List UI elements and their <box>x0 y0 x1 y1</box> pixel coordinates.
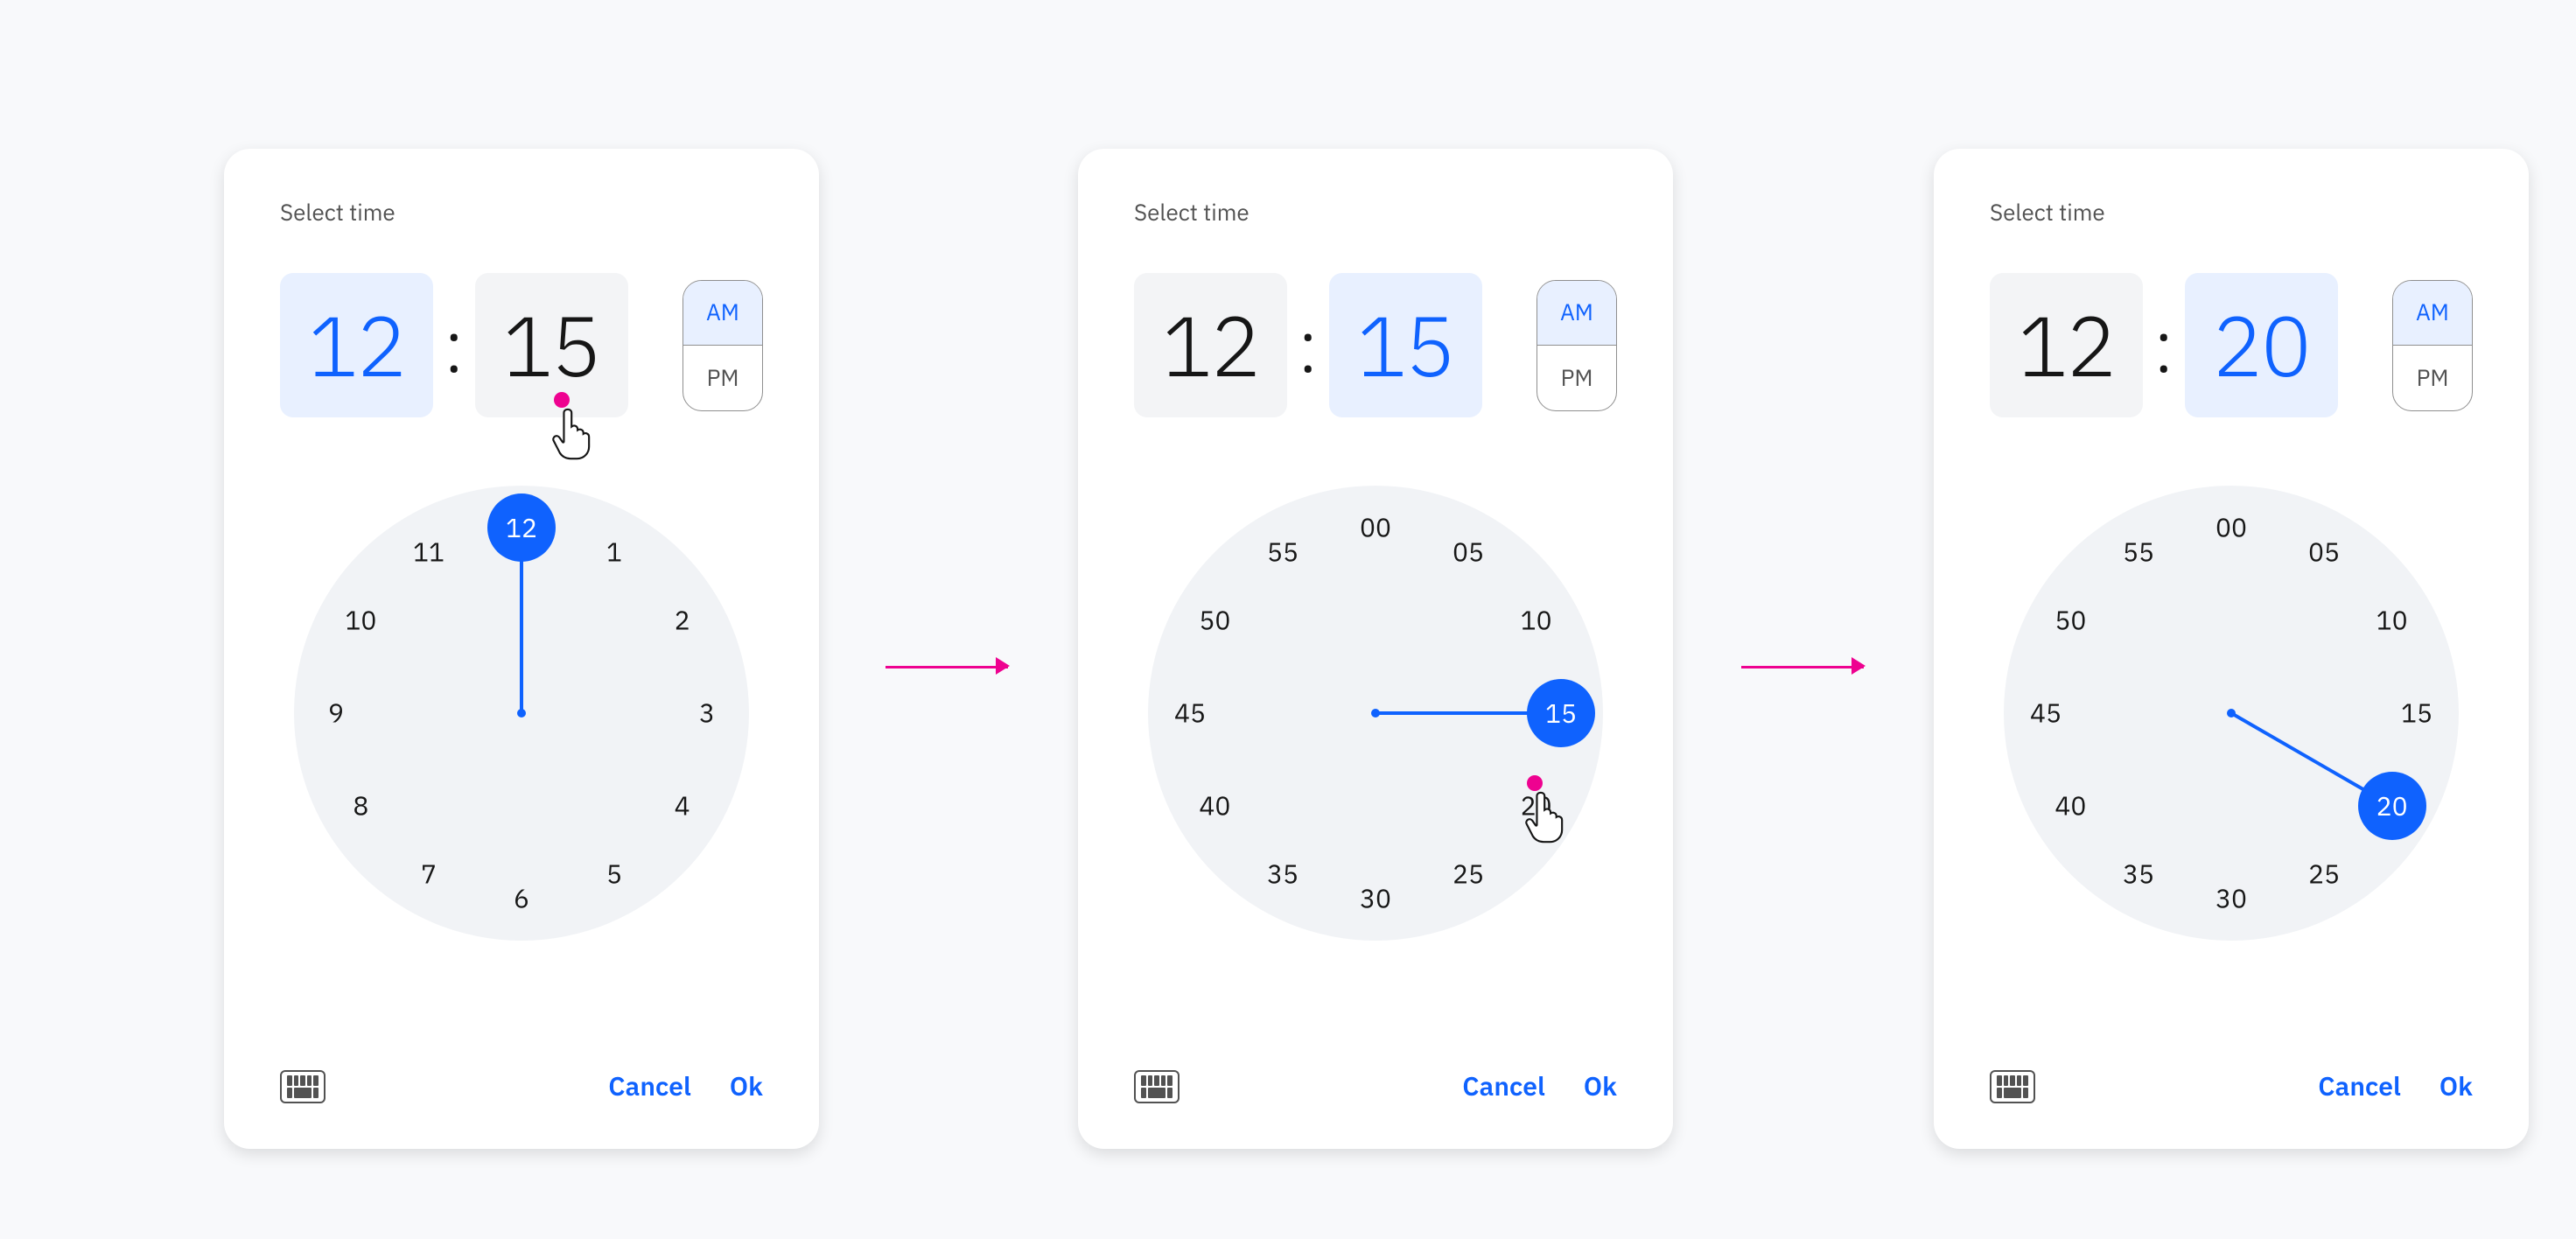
pm-option[interactable]: PM <box>2393 346 2472 410</box>
clock-face[interactable]: 123456789101112 <box>294 486 749 941</box>
clock-tick-label[interactable]: 45 <box>2030 696 2062 731</box>
hour-box[interactable]: 12 <box>1134 273 1287 417</box>
clock-tick-label[interactable]: 9 <box>328 696 344 731</box>
ok-button[interactable]: Ok <box>1584 1069 1617 1103</box>
clock-face[interactable]: 00 05 10 20 25 30 35 40 45 50 55 15 <box>1148 486 1603 941</box>
clock-center-dot <box>2227 709 2236 718</box>
clock-tick-label[interactable]: 40 <box>1199 789 1230 823</box>
clock-tick-label[interactable]: 35 <box>2123 857 2154 891</box>
minute-box[interactable]: 15 <box>1329 273 1482 417</box>
hour-box[interactable]: 12 <box>1990 273 2143 417</box>
clock-tick-label[interactable]: 50 <box>1199 604 1230 638</box>
clock-dial[interactable]: 123456789101112 <box>294 486 749 941</box>
clock-dial[interactable]: 00 05 10 15 25 30 35 40 45 50 55 20 <box>2004 486 2459 941</box>
cancel-button[interactable]: Cancel <box>1462 1069 1544 1103</box>
clock-tick-label[interactable]: 15 <box>2401 696 2432 731</box>
clock-tick-label[interactable]: 05 <box>2308 536 2340 570</box>
clock-center-dot <box>1371 709 1380 718</box>
clock-selection-knob[interactable]: 12 <box>487 494 556 562</box>
clock-tick-label[interactable]: 30 <box>1360 882 1391 916</box>
time-colon: : <box>444 298 465 393</box>
dialog-actions: Cancel Ok <box>1134 1069 1617 1103</box>
keyboard-icon[interactable] <box>280 1070 326 1103</box>
hour-box[interactable]: 12 <box>280 273 433 417</box>
clock-tick-label[interactable]: 55 <box>2123 536 2154 570</box>
pm-option[interactable]: PM <box>1537 346 1616 410</box>
time-colon: : <box>2153 298 2174 393</box>
time-picker-card: Select time12:15AMPM00051020253035404550… <box>1078 149 1673 1149</box>
clock-tick-label[interactable]: 25 <box>1452 857 1484 891</box>
clock-tick-label[interactable]: 10 <box>2376 604 2408 638</box>
clock-tick-label[interactable]: 2 <box>675 604 690 638</box>
clock-tick-label[interactable]: 35 <box>1267 857 1298 891</box>
clock-tick-label[interactable]: 1 <box>606 536 622 570</box>
am-option[interactable]: AM <box>2393 281 2472 346</box>
time-picker-card: Select time12:15AMPM123456789101112Cance… <box>224 149 819 1149</box>
cancel-button[interactable]: Cancel <box>608 1069 690 1103</box>
clock-tick-label[interactable]: 50 <box>2054 604 2086 638</box>
clock-tick-label[interactable]: 25 <box>2308 857 2340 891</box>
clock-tick-label[interactable]: 00 <box>2216 511 2247 545</box>
flow-arrow-icon <box>886 665 1008 667</box>
dialog-title: Select time <box>1134 198 1617 228</box>
ampm-toggle[interactable]: AMPM <box>1536 280 1617 411</box>
clock-face[interactable]: 00 05 10 15 25 30 35 40 45 50 55 20 <box>2004 486 2459 941</box>
clock-tick-label[interactable]: 3 <box>699 696 715 731</box>
clock-tick-label[interactable]: 8 <box>353 789 368 823</box>
ampm-toggle[interactable]: AMPM <box>2392 280 2473 411</box>
clock-tick-label[interactable]: 20 <box>1521 789 1552 823</box>
minute-box[interactable]: 20 <box>2185 273 2338 417</box>
clock-tick-label[interactable]: 11 <box>413 536 444 570</box>
ok-button[interactable]: Ok <box>730 1069 763 1103</box>
clock-tick-label[interactable]: 7 <box>421 857 437 891</box>
clock-dial[interactable]: 00 05 10 20 25 30 35 40 45 50 55 15 <box>1148 486 1603 941</box>
clock-selection-knob[interactable]: 15 <box>1527 679 1595 747</box>
time-picker-card: Select time12:20AMPM00051015253035404550… <box>1934 149 2529 1149</box>
time-display-row: 12:20 AMPM <box>1990 273 2473 417</box>
clock-tick-label[interactable]: 45 <box>1174 696 1206 731</box>
clock-center-dot <box>517 709 526 718</box>
dialog-title: Select time <box>280 198 763 228</box>
keyboard-icon[interactable] <box>1990 1070 2035 1103</box>
clock-tick-label[interactable]: 10 <box>345 604 376 638</box>
clock-tick-label[interactable]: 4 <box>675 789 690 823</box>
clock-tick-label[interactable]: 05 <box>1452 536 1484 570</box>
time-display-row: 12:15 AMPM <box>280 273 763 417</box>
clock-tick-label[interactable]: 00 <box>1360 511 1391 545</box>
am-option[interactable]: AM <box>1537 281 1616 346</box>
clock-tick-label[interactable]: 40 <box>2054 789 2086 823</box>
clock-tick-label[interactable]: 30 <box>2216 882 2247 916</box>
am-option[interactable]: AM <box>683 281 762 346</box>
dialog-title: Select time <box>1990 198 2473 228</box>
clock-tick-label[interactable]: 55 <box>1267 536 1298 570</box>
time-display-row: 12:15 AMPM <box>1134 273 1617 417</box>
pm-option[interactable]: PM <box>683 346 762 410</box>
ampm-toggle[interactable]: AMPM <box>682 280 763 411</box>
clock-tick-label[interactable]: 5 <box>606 857 622 891</box>
dialog-actions: Cancel Ok <box>1990 1069 2473 1103</box>
clock-selection-knob[interactable]: 20 <box>2358 772 2426 840</box>
clock-tick-label[interactable]: 10 <box>1521 604 1552 638</box>
flow-arrow-icon <box>1741 665 1864 667</box>
clock-tick-label[interactable]: 6 <box>514 882 529 916</box>
time-colon: : <box>1298 298 1319 393</box>
dialog-actions: Cancel Ok <box>280 1069 763 1103</box>
ok-button[interactable]: Ok <box>2440 1069 2473 1103</box>
minute-box[interactable]: 15 <box>475 273 628 417</box>
keyboard-icon[interactable] <box>1134 1070 1180 1103</box>
cancel-button[interactable]: Cancel <box>2318 1069 2400 1103</box>
